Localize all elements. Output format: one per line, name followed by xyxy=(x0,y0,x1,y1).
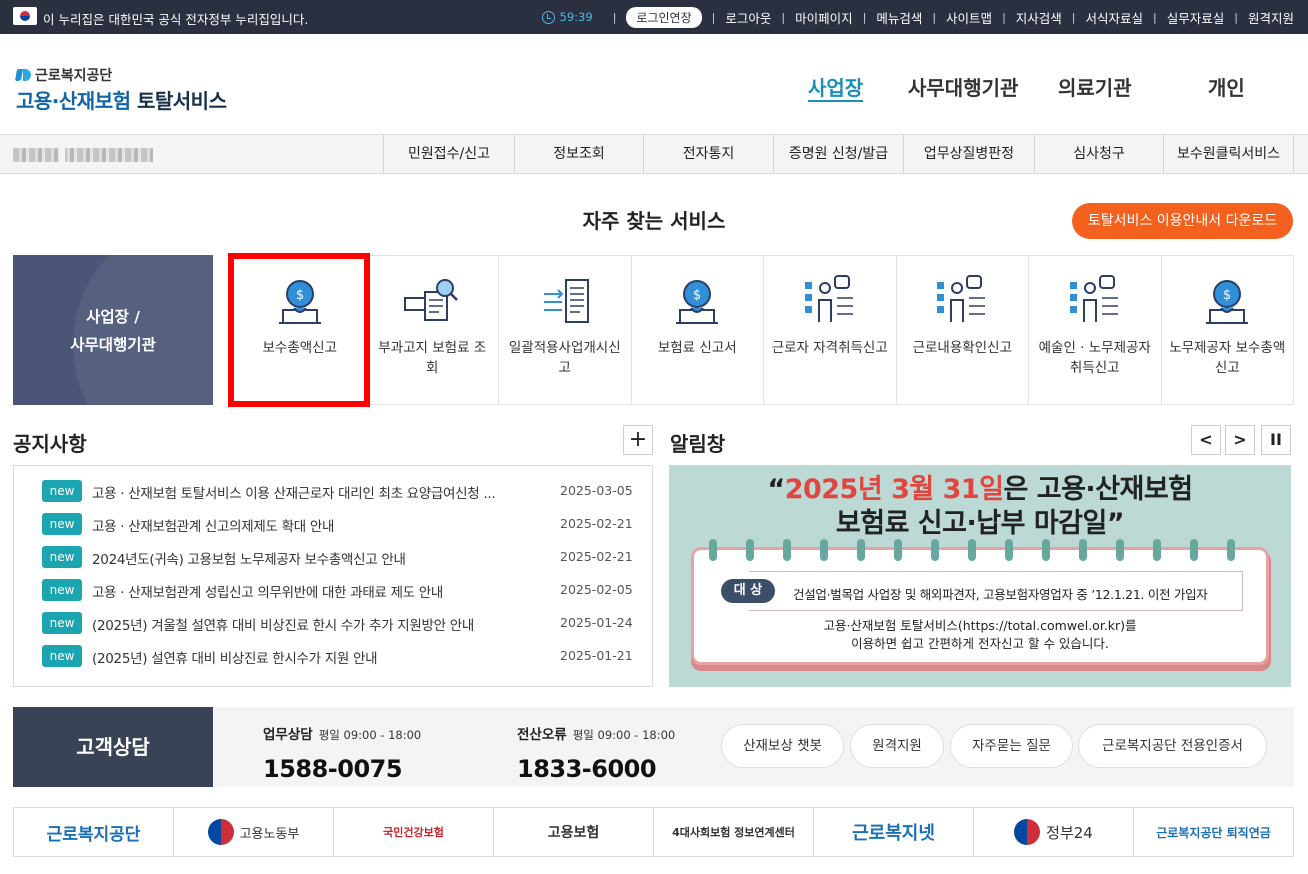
alert-banner[interactable]: “2025년 3월 31일은 고용·산재보험 보험료 신고·납부 마감일” 대 … xyxy=(669,465,1291,687)
list-item[interactable]: new (2025년) 설연휴 대비 비상진료 한시수가 지원 안내 2025-01… xyxy=(14,645,654,667)
service-premium-notice-inquiry[interactable]: 부과고지 보험료 조회 xyxy=(365,256,499,404)
practice-docs-link[interactable]: 실무자료실 xyxy=(1167,8,1225,27)
certificate-button[interactable]: 근로복지공단 전용인증서 xyxy=(1078,724,1267,768)
partner-links: 근로복지공단 고용노동부 국민건강보험 고용보험 4대사회보험 정보연계센터 근… xyxy=(13,807,1294,857)
service-batch-business-start[interactable]: 일괄적용사업개시신고 xyxy=(498,256,631,404)
extend-login-button[interactable]: 로그인연장 xyxy=(626,6,702,28)
service-premium-report[interactable]: $ 보험료 신고서 xyxy=(630,256,764,404)
pause-slide-button[interactable]: II xyxy=(1261,425,1291,455)
notice-more-button[interactable]: + xyxy=(623,425,653,455)
nav-medical[interactable]: 의료기관 xyxy=(1058,72,1132,101)
partner-moel[interactable]: 고용노동부 xyxy=(173,808,333,856)
comwel-logo-icon xyxy=(16,68,32,82)
nav-workplace[interactable]: 사업장 xyxy=(808,72,863,101)
logout-link[interactable]: 로그아웃 xyxy=(725,8,771,27)
nav-personal[interactable]: 개인 xyxy=(1208,72,1245,101)
new-badge: new xyxy=(42,546,82,568)
service-title[interactable]: 고용·산재보험 토탈서비스 xyxy=(16,85,227,114)
site-logo[interactable]: 근로복지공단 xyxy=(16,65,112,85)
list-item[interactable]: new (2025년) 겨울철 설연휴 대비 비상진료 한시 수가 추가 지원방안… xyxy=(14,612,654,634)
subnav-civil-petition[interactable]: 민원접수/신고 xyxy=(383,135,514,173)
service-category-panel[interactable]: 사업장 / 사무대행기관 xyxy=(13,255,213,405)
service-worker-qualification[interactable]: 근로자 자격취득신고 xyxy=(763,256,896,404)
forms-link[interactable]: 서식자료실 xyxy=(1086,8,1144,27)
worker-chart-icon xyxy=(1069,275,1118,322)
it-phone[interactable]: 1833-6000 xyxy=(517,755,675,783)
customer-service-title: 고객상담 xyxy=(13,707,213,787)
frequent-service-grid: $ 보수총액신고 부과고지 보험료 조회 일괄적용사업개시신고 $ 보험료 신고… xyxy=(233,255,1294,405)
gov-emblem-icon xyxy=(207,819,234,845)
new-badge: new xyxy=(42,645,82,667)
partner-gov24[interactable]: 정부24 xyxy=(973,808,1133,856)
remote-support-button[interactable]: 원격지원 xyxy=(850,724,944,768)
nav-agency[interactable]: 사무대행기관 xyxy=(908,72,1018,101)
alert-title: 알림창 xyxy=(670,432,726,456)
document-transfer-icon xyxy=(543,279,589,323)
new-badge: new xyxy=(42,513,82,535)
subnav-info-inquiry[interactable]: 정보조회 xyxy=(514,135,643,173)
list-item[interactable]: new 고용 · 산재보험관계 신고의제제도 확대 안내 2025-02-21 xyxy=(14,513,654,535)
sub-navigation: 민원접수/신고 정보조회 전자통지 증명원 신청/발급 업무상질병판정 심사청구… xyxy=(0,134,1308,174)
gov-emblem-icon xyxy=(1014,819,1041,845)
korea-flag-icon xyxy=(13,7,37,25)
subnav-salary-one-click[interactable]: 보수원클릭서비스 xyxy=(1163,135,1294,173)
menu-search-link[interactable]: 메뉴검색 xyxy=(876,8,922,27)
session-timer: 59:39 xyxy=(541,10,593,24)
partner-employment-insurance[interactable]: 고용보험 xyxy=(493,808,653,856)
remote-support-link[interactable]: 원격지원 xyxy=(1248,8,1294,27)
service-work-content-confirm[interactable]: 근로내용확인신고 xyxy=(895,256,1029,404)
clock-icon xyxy=(541,10,555,24)
notice-list: new 고용 · 산재보험 토탈서비스 이용 산재근로자 대리인 최초 요양급여신… xyxy=(13,465,653,687)
subnav-e-notice[interactable]: 전자통지 xyxy=(643,135,773,173)
notice-title: 공지사항 xyxy=(13,432,87,456)
branch-search-link[interactable]: 지사검색 xyxy=(1016,8,1062,27)
guide-download-button[interactable]: 토탈서비스 이용안내서 다운로드 xyxy=(1072,203,1293,239)
banner-footer: 고용·산재보험 토탈서비스(https://total.comwel.or.kr… xyxy=(823,618,1137,651)
banner-headline: “2025년 3월 31일은 고용·산재보험 보험료 신고·납부 마감일” xyxy=(767,474,1193,539)
subnav-review-request[interactable]: 심사청구 xyxy=(1034,135,1163,173)
target-text: 건설업·벌목업 사업장 및 해외파견자, 고용보험자영업자 중 ’12.1.21… xyxy=(793,587,1208,602)
new-badge: new xyxy=(42,480,82,502)
partner-welfare-net[interactable]: 근로복지넷 xyxy=(813,808,973,856)
list-item[interactable]: new 고용 · 산재보험 토탈서비스 이용 산재근로자 대리인 최초 요양급여신… xyxy=(14,480,654,502)
it-error-consult: 전산오류 평일 09:00 - 18:00 1833-6000 xyxy=(517,727,676,783)
money-bag-laptop-icon: $ xyxy=(1206,280,1249,324)
new-badge: new xyxy=(42,579,82,601)
money-bag-laptop-icon: $ xyxy=(676,280,719,324)
notepad-rings xyxy=(705,539,1255,561)
target-badge: 대 상 xyxy=(721,579,775,603)
list-item[interactable]: new 2024년도(귀속) 고용보험 노무제공자 보수총액신고 안내 2025-0… xyxy=(14,546,654,568)
gov-banner: 이 누리집은 대한민국 공식 전자정부 누리집입니다. 59:39 | 로그인연… xyxy=(0,0,1308,34)
partner-retirement-pension[interactable]: 근로복지공단 퇴직연금 xyxy=(1133,808,1293,856)
next-slide-button[interactable]: > xyxy=(1225,425,1255,455)
svg-text:$: $ xyxy=(1223,288,1231,303)
site-header: 근로복지공단 고용·산재보험 토탈서비스 사업장 사무대행기관 의료기관 개인 xyxy=(0,34,1308,134)
subnav-disease-judgment[interactable]: 업무상질병판정 xyxy=(903,135,1034,173)
list-item[interactable]: new 고용 · 산재보험관계 성립신고 의무위반에 대한 과태료 제도 안내 20… xyxy=(14,579,654,601)
worker-chart-icon xyxy=(804,275,853,322)
customer-service-bar: 고객상담 업무상담 평일 09:00 - 18:00 1588-0075 전산오류… xyxy=(13,707,1294,787)
chatbot-button[interactable]: 산재보상 챗봇 xyxy=(721,724,844,768)
service-labor-provider-salary[interactable]: $ 노무제공자 보수총액신고 xyxy=(1160,256,1294,404)
service-artist-labor-acquire[interactable]: 예술인 · 노무제공자 취득신고 xyxy=(1028,256,1161,404)
highlight-box xyxy=(228,253,370,407)
svg-text:$: $ xyxy=(693,288,701,303)
work-phone[interactable]: 1588-0075 xyxy=(263,755,421,783)
sitemap-link[interactable]: 사이트맵 xyxy=(946,8,992,27)
prev-slide-button[interactable]: < xyxy=(1191,425,1221,455)
partner-nhis[interactable]: 국민건강보험 xyxy=(333,808,493,856)
gov-notice: 이 누리집은 대한민국 공식 전자정부 누리집입니다. xyxy=(43,12,309,27)
document-search-icon xyxy=(404,279,459,321)
new-badge: new xyxy=(42,612,82,634)
subnav-certificate[interactable]: 증명원 신청/발급 xyxy=(773,135,903,173)
mypage-link[interactable]: 마이페이지 xyxy=(795,8,853,27)
work-consult: 업무상담 평일 09:00 - 18:00 1588-0075 xyxy=(263,727,422,783)
user-info-blurred xyxy=(13,148,153,162)
partner-4insure[interactable]: 4대사회보험 정보연계센터 xyxy=(653,808,813,856)
partner-comwel[interactable]: 근로복지공단 xyxy=(14,808,173,856)
worker-chart-icon xyxy=(937,275,986,322)
faq-button[interactable]: 자주묻는 질문 xyxy=(950,724,1073,768)
